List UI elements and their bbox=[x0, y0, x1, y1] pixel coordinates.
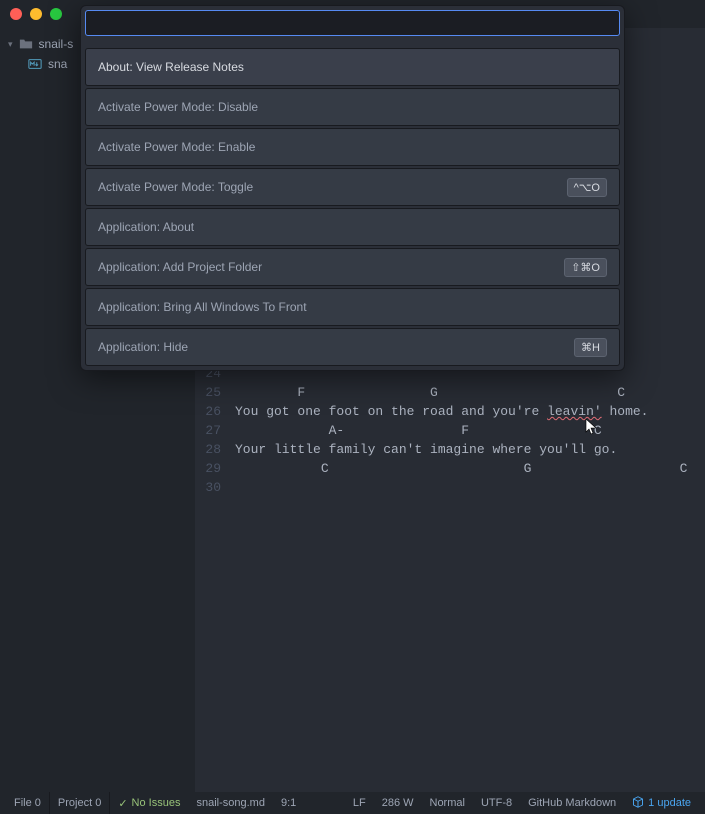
folder-icon bbox=[19, 37, 33, 51]
status-issues[interactable]: ✓ No Issues bbox=[110, 792, 188, 814]
status-project-count[interactable]: Project 0 bbox=[50, 792, 110, 814]
window-controls bbox=[10, 8, 62, 20]
status-bar: File 0 Project 0 ✓ No Issues snail-song.… bbox=[0, 792, 705, 814]
check-icon: ✓ bbox=[118, 797, 127, 810]
keyboard-shortcut: ^⌥O bbox=[567, 178, 607, 197]
command-label: Activate Power Mode: Disable bbox=[98, 100, 258, 114]
line-number: 29 bbox=[195, 459, 235, 478]
command-label: Application: Hide bbox=[98, 340, 188, 354]
command-palette-item[interactable]: About: View Release Notes bbox=[85, 48, 620, 86]
status-grammar[interactable]: GitHub Markdown bbox=[520, 792, 624, 814]
line-number: 25 bbox=[195, 383, 235, 402]
line-number: 30 bbox=[195, 478, 235, 497]
zoom-window-button[interactable] bbox=[50, 8, 62, 20]
command-label: Activate Power Mode: Enable bbox=[98, 140, 255, 154]
command-palette-item[interactable]: Activate Power Mode: Toggle ^⌥O bbox=[85, 168, 620, 206]
editor-line[interactable]: 25 F G C bbox=[195, 383, 705, 402]
status-file-count[interactable]: File 0 bbox=[6, 792, 50, 814]
line-number: 26 bbox=[195, 402, 235, 421]
command-palette-item[interactable]: Activate Power Mode: Disable bbox=[85, 88, 620, 126]
markdown-file-icon bbox=[28, 57, 42, 71]
keyboard-shortcut: ⌘H bbox=[574, 338, 607, 357]
line-content: C G C bbox=[235, 459, 687, 478]
tree-file-name: sna bbox=[48, 57, 67, 71]
project-name: snail-s bbox=[39, 37, 74, 51]
editor-line[interactable]: 30 bbox=[195, 478, 705, 497]
command-label: Application: Add Project Folder bbox=[98, 260, 262, 274]
command-palette-list: About: View Release Notes Activate Power … bbox=[83, 48, 622, 368]
editor-line[interactable]: 27 A- F C bbox=[195, 421, 705, 440]
status-word-count[interactable]: 286 W bbox=[374, 792, 422, 814]
command-palette-item[interactable]: Application: Hide ⌘H bbox=[85, 328, 620, 366]
status-encoding[interactable]: UTF-8 bbox=[473, 792, 520, 814]
command-label: Application: About bbox=[98, 220, 194, 234]
line-content: Your little family can't imagine where y… bbox=[235, 440, 617, 459]
line-content: You got one foot on the road and you're … bbox=[235, 402, 648, 421]
command-palette: About: View Release Notes Activate Power … bbox=[80, 5, 625, 371]
status-update[interactable]: 1 update bbox=[624, 792, 699, 814]
line-content: F G C bbox=[235, 383, 625, 402]
editor-line[interactable]: 29 C G C bbox=[195, 459, 705, 478]
package-icon bbox=[632, 796, 644, 811]
line-number: 28 bbox=[195, 440, 235, 459]
command-label: Application: Bring All Windows To Front bbox=[98, 300, 307, 314]
minimize-window-button[interactable] bbox=[30, 8, 42, 20]
command-palette-item[interactable]: Application: About bbox=[85, 208, 620, 246]
command-label: Activate Power Mode: Toggle bbox=[98, 180, 253, 194]
command-palette-item[interactable]: Application: Bring All Windows To Front bbox=[85, 288, 620, 326]
line-content: A- F C bbox=[235, 421, 602, 440]
command-palette-item[interactable]: Activate Power Mode: Enable bbox=[85, 128, 620, 166]
status-filename[interactable]: snail-song.md bbox=[188, 792, 272, 814]
editor-line[interactable]: 26You got one foot on the road and you'r… bbox=[195, 402, 705, 421]
editor-line[interactable]: 28Your little family can't imagine where… bbox=[195, 440, 705, 459]
command-palette-item[interactable]: Application: Add Project Folder ⇧⌘O bbox=[85, 248, 620, 286]
command-palette-input[interactable] bbox=[85, 10, 620, 36]
status-line-ending[interactable]: LF bbox=[345, 792, 374, 814]
chevron-down-icon: ▾ bbox=[8, 39, 13, 50]
keyboard-shortcut: ⇧⌘O bbox=[564, 258, 607, 277]
status-cursor[interactable]: 9:1 bbox=[273, 792, 304, 814]
status-mode[interactable]: Normal bbox=[422, 792, 473, 814]
close-window-button[interactable] bbox=[10, 8, 22, 20]
command-label: About: View Release Notes bbox=[98, 60, 244, 74]
line-number: 27 bbox=[195, 421, 235, 440]
